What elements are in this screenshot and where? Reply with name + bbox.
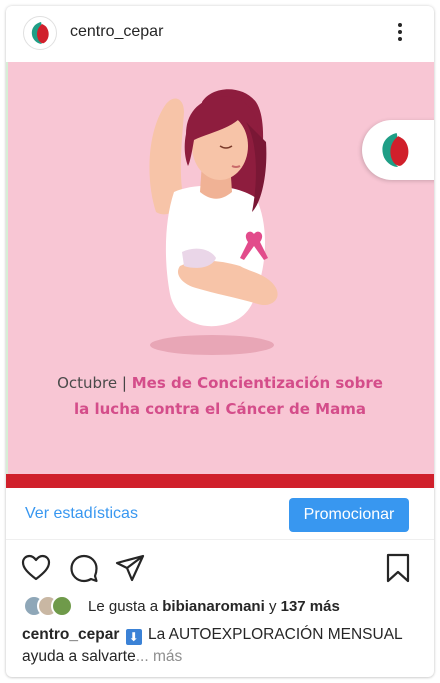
brand-red-bar (6, 474, 434, 488)
image-caption-line2: la lucha contra el Cáncer de Mama (74, 400, 366, 418)
woman-self-exam-illustration (149, 89, 278, 355)
caption-more-link[interactable]: más (153, 648, 182, 665)
post-caption: centro_cepar ⬇ La AUTOEXPLORACIÓN MENSUA… (22, 624, 422, 668)
liker-avatars (23, 595, 83, 617)
month-label: Octubre (57, 374, 118, 392)
heart-icon[interactable] (20, 552, 52, 584)
send-icon[interactable] (114, 552, 146, 584)
likes-connector: y (268, 598, 277, 615)
promote-button[interactable]: Promocionar (289, 498, 409, 532)
post-header: centro_cepar (6, 6, 434, 62)
corner-logo-badge (362, 120, 434, 180)
cepar-logo-icon (31, 22, 49, 44)
insights-row: Ver estadísticas Promocionar (6, 488, 434, 540)
awareness-title: Mes de Concientización sobre (131, 374, 383, 392)
image-caption-line1: Octubre | Mes de Concientización sobre (6, 374, 434, 392)
separator: | (121, 374, 127, 392)
bookmark-icon[interactable] (382, 552, 414, 584)
cepar-logo-icon (382, 133, 409, 167)
liker-avatar (51, 595, 73, 617)
post-image[interactable]: Octubre | Mes de Concientización sobre l… (6, 62, 434, 488)
caption-username[interactable]: centro_cepar (22, 626, 119, 643)
likes-prefix: Le gusta a (88, 598, 159, 615)
likes-text: Le gusta a bibianaromani y 137 más (88, 598, 340, 615)
caption-ellipsis: ... (135, 648, 149, 665)
view-insights-link[interactable]: Ver estadísticas (25, 505, 138, 523)
likes-count[interactable]: 137 más (281, 598, 340, 615)
profile-avatar[interactable] (23, 16, 57, 50)
liker-username[interactable]: bibianaromani (162, 598, 265, 615)
post-actions (6, 546, 434, 590)
more-vertical-icon[interactable] (388, 18, 412, 46)
comment-icon[interactable] (68, 552, 100, 584)
down-arrow-icon: ⬇ (125, 629, 142, 645)
post-card: centro_cepar Octubre | Mes de Concientiz… (6, 6, 434, 677)
post-username[interactable]: centro_cepar (70, 23, 163, 41)
likes-summary[interactable]: Le gusta a bibianaromani y 137 más (23, 594, 423, 620)
